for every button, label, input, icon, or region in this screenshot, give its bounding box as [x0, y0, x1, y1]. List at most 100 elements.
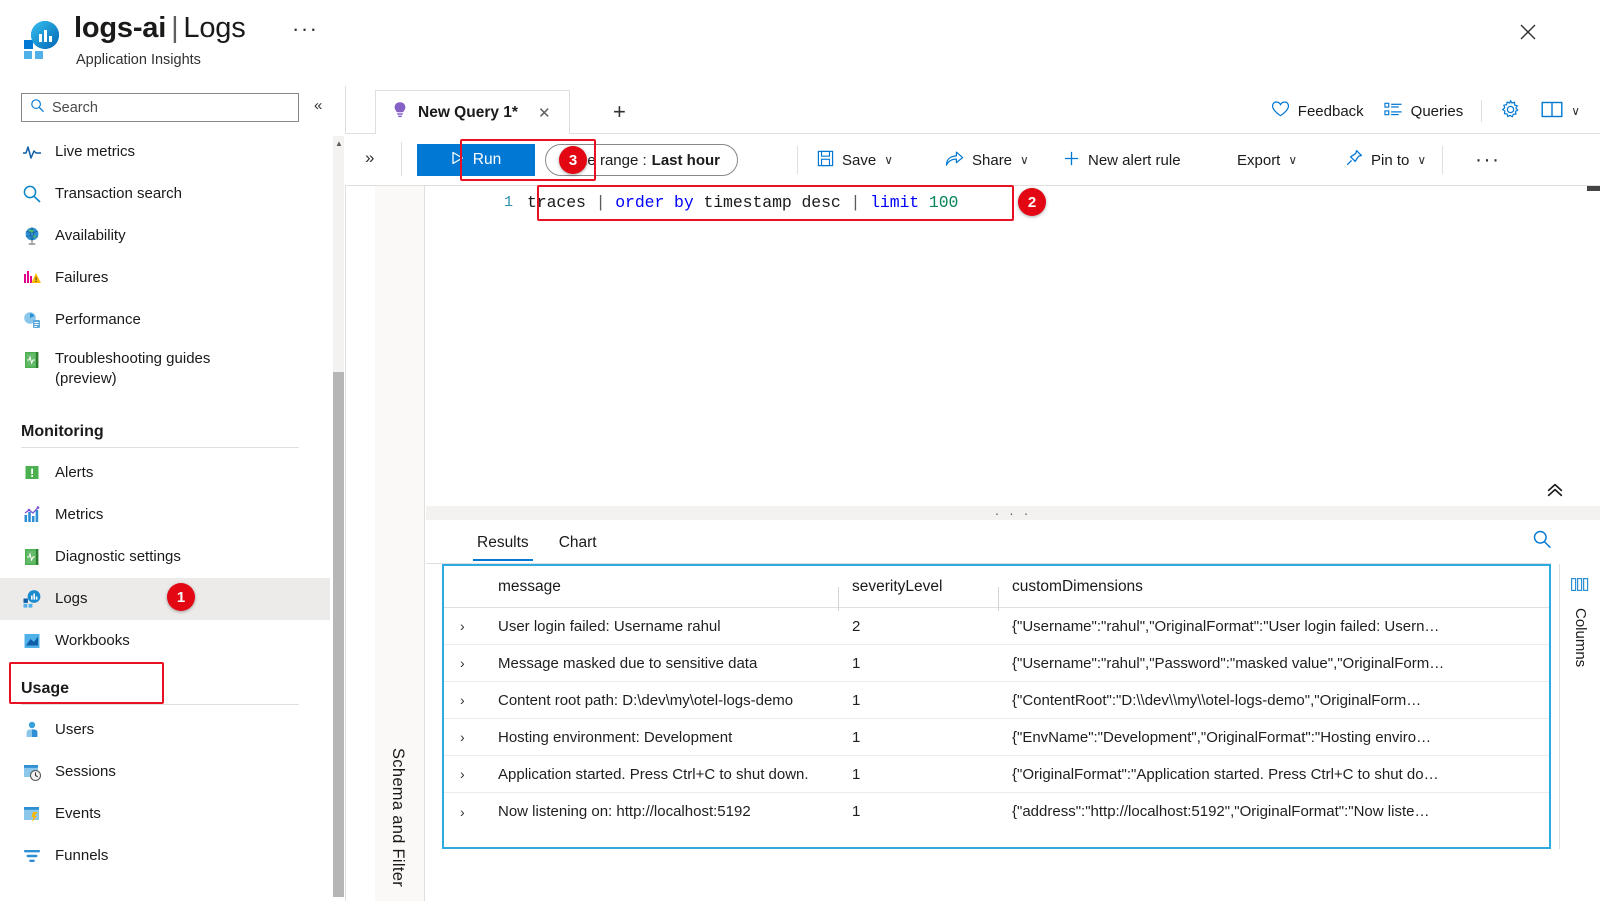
sidebar: « Live metrics Transaction search: [0, 86, 330, 901]
columns-panel[interactable]: Columns: [1559, 564, 1599, 849]
scroll-up-arrow-icon[interactable]: ▲: [335, 139, 343, 148]
sidebar-item-transaction-search[interactable]: Transaction search: [0, 173, 330, 215]
token-number: 100: [928, 192, 959, 212]
tab-results[interactable]: Results: [464, 524, 542, 561]
feedback-button[interactable]: Feedback: [1261, 95, 1374, 127]
new-alert-rule-button[interactable]: New alert rule: [1063, 145, 1181, 175]
metrics-icon: [21, 504, 43, 526]
gear-icon: [1500, 99, 1521, 124]
sidebar-item-label: Funnels: [55, 847, 109, 864]
divider: [797, 146, 798, 174]
row-expander-icon[interactable]: ›: [444, 766, 484, 782]
sidebar-item-label: Workbooks: [55, 632, 130, 649]
performance-icon: [21, 309, 43, 331]
sidebar-scrollbar[interactable]: ▲: [333, 136, 344, 897]
sidebar-item-label: Failures: [55, 269, 109, 286]
schema-and-filter-panel[interactable]: Schema and Filter: [375, 186, 425, 901]
cell-customdimensions: {"Username":"rahul","OriginalFormat":"Us…: [1012, 617, 1440, 635]
chevron-down-icon: ∨: [1571, 104, 1580, 118]
header-overflow-button[interactable]: ···: [292, 16, 318, 42]
sidebar-item-troubleshooting-guides[interactable]: Troubleshooting guides (preview): [0, 341, 330, 405]
row-expander-icon[interactable]: ›: [444, 618, 484, 634]
results-search-button[interactable]: [1532, 529, 1552, 554]
query-editor[interactable]: 1 traces | order by timestamp desc | lim…: [426, 186, 1600, 506]
search-box[interactable]: [21, 93, 299, 122]
add-query-tab-button[interactable]: +: [613, 99, 626, 125]
editor-scrollbar[interactable]: [1586, 186, 1600, 506]
sidebar-item-performance[interactable]: Performance: [0, 299, 330, 341]
workbooks-icon: [21, 630, 43, 652]
sidebar-item-events[interactable]: Events: [0, 793, 330, 835]
sidebar-item-alerts[interactable]: Alerts: [0, 452, 330, 494]
scrollbar-thumb[interactable]: [333, 372, 344, 897]
export-button[interactable]: Export ∨: [1237, 145, 1297, 175]
alerts-icon: [21, 462, 43, 484]
table-row[interactable]: › Application started. Press Ctrl+C to s…: [444, 756, 1549, 793]
schema-panel-expand-button[interactable]: »: [365, 148, 374, 168]
table-header-message[interactable]: message: [484, 578, 838, 596]
cell-severitylevel: 2: [852, 617, 861, 635]
globe-icon: [21, 225, 43, 247]
sidebar-item-label: Diagnostic settings: [55, 548, 181, 565]
sidebar-item-live-metrics[interactable]: Live metrics: [0, 131, 330, 173]
query-text[interactable]: traces | order by timestamp desc | limit…: [527, 193, 958, 212]
sidebar-collapse-button[interactable]: «: [314, 97, 322, 114]
scrollbar-thumb[interactable]: [1587, 186, 1600, 191]
command-overflow-button[interactable]: ···: [1475, 145, 1500, 175]
pin-to-button[interactable]: Pin to ∨: [1345, 145, 1426, 175]
sidebar-item-metrics[interactable]: Metrics: [0, 494, 330, 536]
row-expander-icon[interactable]: ›: [444, 804, 484, 820]
results-panel: Results Chart message severityLevel cust…: [426, 520, 1600, 901]
share-button[interactable]: Share ∨: [945, 145, 1029, 175]
chevron-down-icon: ∨: [1288, 153, 1298, 167]
heart-icon: [1271, 100, 1290, 122]
annotation-badge-1: 1: [167, 583, 195, 611]
row-expander-icon[interactable]: ›: [444, 729, 484, 745]
layout-button[interactable]: ∨: [1531, 95, 1590, 127]
table-header-customdimensions[interactable]: customDimensions: [998, 578, 1549, 611]
results-tab-list: Results Chart: [464, 524, 610, 561]
table-row[interactable]: › User login failed: Username rahul 2 {"…: [444, 608, 1549, 645]
sidebar-item-failures[interactable]: Failures: [0, 257, 330, 299]
sidebar-item-logs[interactable]: Logs: [0, 578, 330, 620]
editor-collapse-button[interactable]: [1546, 482, 1564, 502]
cell-message: Hosting environment: Development: [498, 728, 733, 746]
application-insights-icon: [20, 18, 64, 62]
table-row[interactable]: › Now listening on: http://localhost:519…: [444, 793, 1549, 830]
tab-chart[interactable]: Chart: [546, 524, 610, 561]
row-expander-icon[interactable]: ›: [444, 692, 484, 708]
table-row[interactable]: › Message masked due to sensitive data 1…: [444, 645, 1549, 682]
panel-splitter[interactable]: · · ·: [426, 506, 1600, 520]
close-icon[interactable]: ✕: [538, 104, 551, 122]
search-input[interactable]: [52, 99, 282, 116]
table-row[interactable]: › Content root path: D:\dev\my\otel-logs…: [444, 682, 1549, 719]
sidebar-item-availability[interactable]: Availability: [0, 215, 330, 257]
divider: [1442, 146, 1443, 174]
save-button[interactable]: Save ∨: [817, 145, 893, 175]
close-icon[interactable]: [1514, 18, 1542, 46]
divider: [21, 447, 299, 448]
table-header-severitylevel[interactable]: severityLevel: [838, 578, 998, 611]
pin-to-label: Pin to: [1371, 151, 1410, 169]
sidebar-item-sessions[interactable]: Sessions: [0, 751, 330, 793]
annotation-badge-2: 2: [1018, 188, 1046, 216]
table-row[interactable]: › Hosting environment: Development 1 {"E…: [444, 719, 1549, 756]
sidebar-item-diagnostic-settings[interactable]: Diagnostic settings: [0, 536, 330, 578]
funnels-icon: [21, 845, 43, 867]
columns-icon: [1571, 578, 1589, 596]
azure-logs-page: logs-ai|Logs Application Insights ··· « …: [0, 0, 1600, 901]
sidebar-item-workbooks[interactable]: Workbooks: [0, 620, 330, 662]
row-expander-icon[interactable]: ›: [444, 655, 484, 671]
sidebar-item-funnels[interactable]: Funnels: [0, 835, 330, 877]
schema-panel-label: Schema and Filter: [389, 748, 407, 887]
failures-icon: [21, 267, 43, 289]
sidebar-item-label: Logs: [55, 590, 88, 607]
query-tab-new-query-1[interactable]: New Query 1* ✕: [375, 90, 570, 134]
queries-button[interactable]: Queries: [1374, 95, 1474, 127]
sidebar-item-users[interactable]: Users: [0, 709, 330, 751]
settings-button[interactable]: [1490, 95, 1531, 127]
cell-customdimensions: {"address":"http://localhost:5192","Orig…: [1012, 803, 1430, 820]
query-editor-line[interactable]: 1 traces | order by timestamp desc | lim…: [426, 187, 1600, 217]
run-button[interactable]: Run: [417, 144, 535, 176]
divider: [1481, 100, 1483, 122]
